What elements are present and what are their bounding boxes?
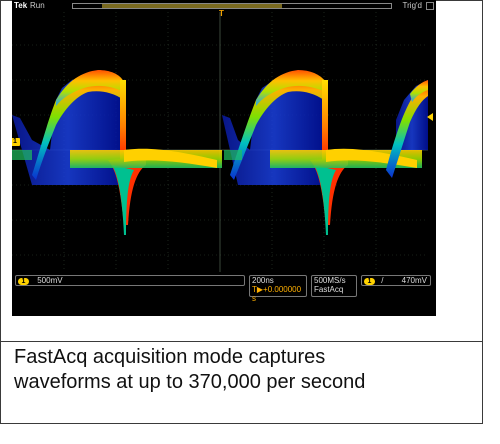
- horizontal-readout[interactable]: 200ns T▶+0.000000 s: [249, 275, 307, 303]
- ch1-badge: 1: [18, 278, 29, 285]
- sample-rate-value: 500MS/s: [314, 276, 346, 285]
- trigger-slope-icon: /: [381, 276, 384, 285]
- acquisition-readout[interactable]: 500MS/s FastAcq: [311, 275, 357, 297]
- caption-line-2: waveforms at up to 370,000 per second: [14, 371, 366, 393]
- ch1-scale-readout[interactable]: 1 500mV: [15, 275, 245, 286]
- waveform-graticule: [12, 12, 428, 272]
- oscilloscope-display: Tek Run T Trig'd 1 1 500mV 200ns T▶+0.00…: [12, 0, 436, 316]
- readout-bar: 1 500mV 200ns T▶+0.000000 s 500MS/s Fast…: [12, 272, 436, 316]
- ch1-ground-marker: 1: [12, 138, 20, 146]
- acq-mode-value: FastAcq: [314, 285, 344, 294]
- figure-caption: FastAcq acquisition mode captures wavefo…: [14, 345, 474, 395]
- caption-divider: [0, 341, 483, 342]
- trigger-level-value: 470mV: [401, 276, 427, 285]
- timebase-value: 200ns: [252, 276, 274, 285]
- trigger-readout[interactable]: 1 / 470mV: [361, 275, 431, 286]
- trigger-level-arrow-icon: [427, 113, 433, 121]
- caption-line-1: FastAcq acquisition mode captures: [14, 346, 326, 368]
- cycle-1: [12, 70, 222, 235]
- trigger-position-value: T▶+0.000000 s: [252, 285, 302, 303]
- trigger-source-badge: 1: [364, 278, 375, 285]
- ch1-scale-value: 500mV: [37, 276, 63, 285]
